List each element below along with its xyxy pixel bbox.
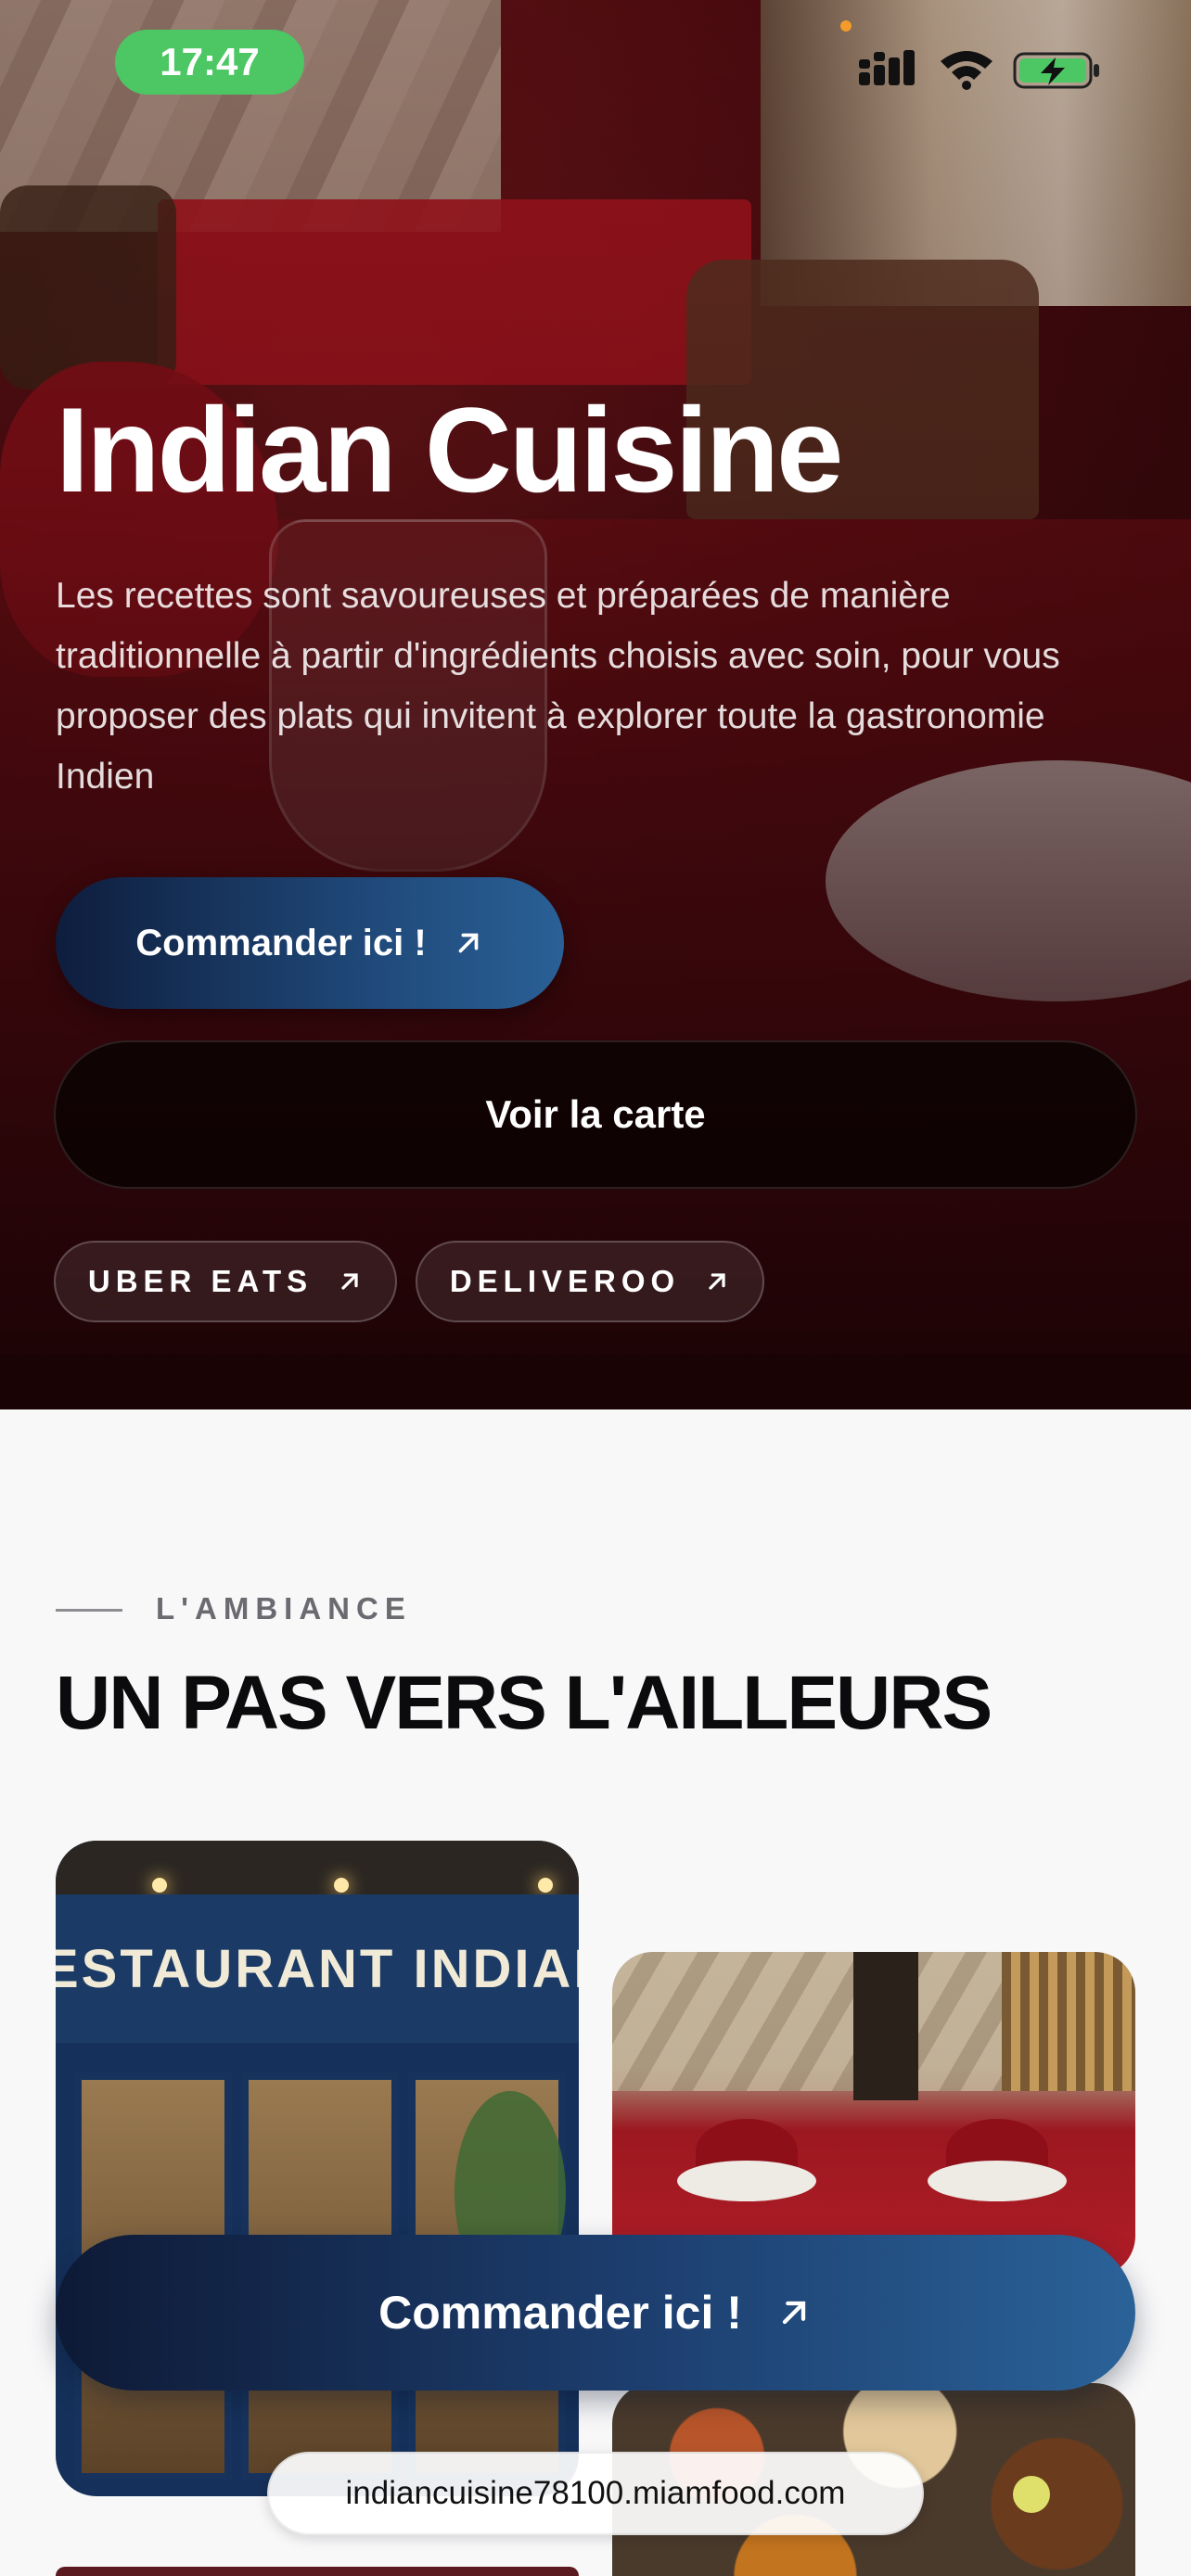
deliveroo-label: DELIVEROO [449,1264,681,1298]
arrow-up-right-icon [458,933,479,953]
order-button-label: Commander ici ! [135,922,427,963]
address-bar-url: indiancuisine78100.miamfood.com [345,2475,846,2511]
uber-eats-label: UBER EATS [87,1264,314,1298]
arrow-up-right-icon [341,1273,358,1290]
storefront-sign-text: ESTAURANT INDIAN CUIS [56,1938,579,1999]
plate [677,2161,816,2201]
room-door [853,1952,918,2100]
floating-order-button[interactable]: Commander ici ! [56,2235,1135,2391]
plate [928,2161,1067,2201]
address-bar[interactable]: indiancuisine78100.miamfood.com [267,2452,924,2535]
privacy-indicator [840,20,852,32]
arrow-up-right-icon [709,1273,725,1290]
hero-description: Les recettes sont savoureuses et préparé… [56,576,1060,797]
order-button[interactable]: Commander ici ! [56,877,564,1009]
view-menu-button[interactable]: Voir la carte [54,1040,1137,1189]
dining-room-photo [612,1952,1135,2276]
floating-order-label: Commander ici ! [378,2287,742,2339]
signal-icon [859,50,915,85]
arrow-up-right-icon [782,2301,806,2325]
lamp-light [538,1878,553,1893]
wifi-icon [941,51,992,90]
uber-eats-link[interactable]: UBER EATS [54,1241,397,1322]
hero-section: 17:47 Indian Cuisine Les recettes sont s… [0,0,1191,1409]
storefront-awning [56,1841,579,1894]
storefront-photo: ESTAURANT INDIAN CUIS [56,1841,579,2496]
battery-charging-icon [1013,52,1099,89]
deliveroo-link[interactable]: DELIVEROO [416,1241,764,1322]
view-menu-label: Voir la carte [485,1092,706,1136]
room-panel [1002,1952,1135,2091]
lamp-light [334,1878,349,1893]
eyebrow-divider [56,1609,122,1612]
section-eyebrow: L'AMBIANCE [156,1591,412,1626]
next-photo-peek [56,2567,579,2576]
section-title: UN PAS VERS L'AILLEURS [56,1661,992,1745]
lamp-light [152,1878,167,1893]
storefront-sign: ESTAURANT INDIAN CUIS [56,1894,579,2043]
page-title: Indian Cuisine [56,382,843,517]
status-time: 17:47 [115,30,304,95]
lemon-slice [1013,2476,1050,2513]
